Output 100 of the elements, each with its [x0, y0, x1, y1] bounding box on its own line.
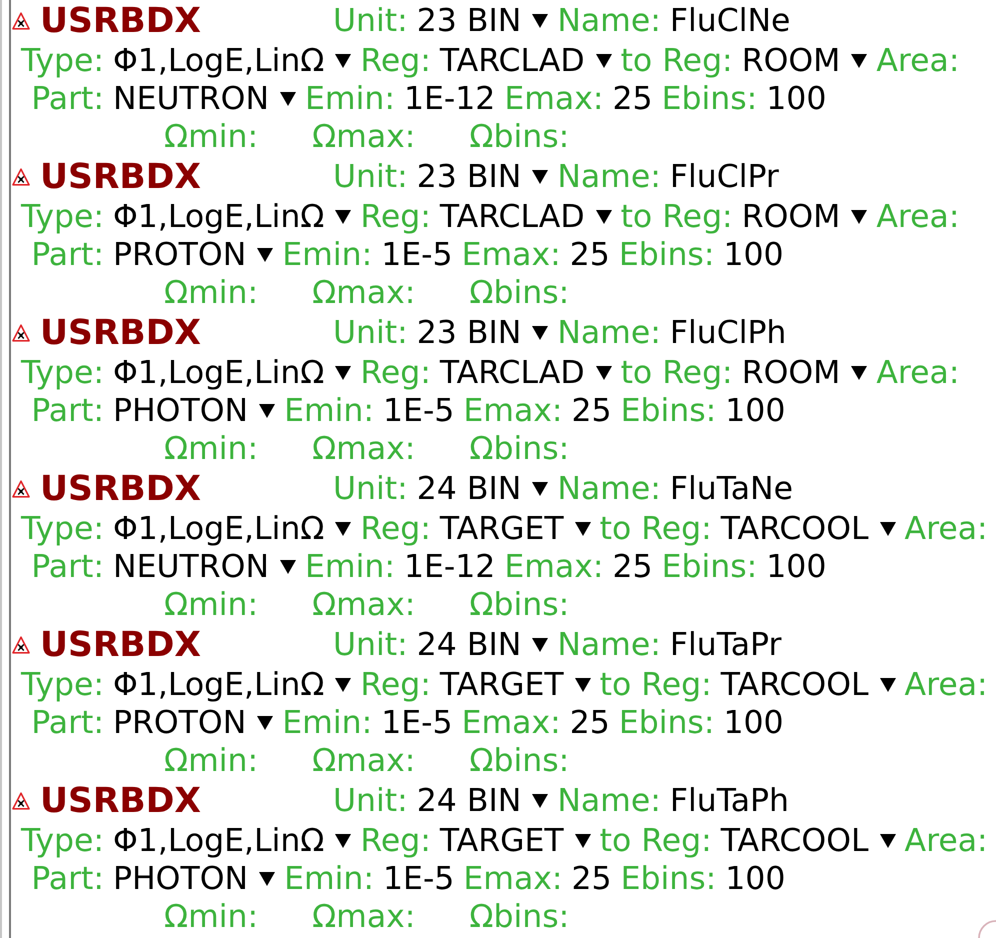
- dropdown[interactable]: TARGET: [440, 510, 591, 548]
- warning-triangle-icon: [12, 792, 30, 810]
- dropdown[interactable]: 23 BIN: [416, 158, 548, 196]
- field-label: Reg:: [360, 510, 431, 548]
- dropdown[interactable]: ROOM: [742, 42, 868, 80]
- dropdown[interactable]: 24 BIN: [416, 782, 548, 820]
- field-label: Name:: [557, 782, 661, 820]
- input-field[interactable]: 25: [612, 548, 653, 586]
- input-field[interactable]: 100: [725, 860, 786, 898]
- field-label: Ωbins:: [469, 430, 570, 468]
- input-field[interactable]: 25: [612, 80, 653, 118]
- input-field[interactable]: 25: [570, 236, 610, 274]
- dropdown[interactable]: PROTON: [113, 704, 274, 742]
- field-label: Ωmin:: [164, 274, 258, 312]
- field-label: to Reg:: [620, 354, 733, 392]
- dropdown[interactable]: 23 BIN: [416, 314, 548, 352]
- card-title: USRBDX: [40, 4, 201, 38]
- field-label: Emin:: [282, 236, 372, 274]
- input-field[interactable]: FluTaNe: [670, 470, 793, 508]
- field-label: Emin:: [305, 548, 395, 586]
- input-field[interactable]: FluTaPr: [670, 626, 782, 664]
- dropdown[interactable]: TARCLAD: [440, 354, 612, 392]
- field-label: Name:: [557, 626, 661, 664]
- input-field[interactable]: FluClPr: [670, 158, 779, 196]
- input-field[interactable]: 100: [723, 704, 784, 742]
- field-label: Area:: [904, 510, 988, 548]
- dropdown[interactable]: ROOM: [742, 198, 868, 236]
- field-label: Name:: [557, 314, 661, 352]
- dropdown[interactable]: Φ1,LogE,LinΩ: [113, 822, 352, 860]
- input-field[interactable]: 1E-5: [383, 860, 454, 898]
- dropdown[interactable]: Φ1,LogE,LinΩ: [113, 42, 352, 80]
- caret-icon: [532, 326, 548, 340]
- caret-icon: [280, 92, 296, 106]
- dropdown[interactable]: TARGET: [440, 666, 591, 704]
- input-field[interactable]: 25: [572, 860, 612, 898]
- input-field[interactable]: 1E-12: [404, 80, 496, 118]
- caret-icon: [335, 522, 352, 536]
- dropdown[interactable]: TARGET: [440, 822, 591, 860]
- dropdown[interactable]: 24 BIN: [416, 626, 548, 664]
- warning-triangle-icon: [12, 168, 30, 186]
- input-field[interactable]: 1E-5: [381, 704, 453, 742]
- field-label: Unit:: [333, 2, 408, 40]
- field-label: Part:: [30, 392, 104, 430]
- caret-icon: [596, 366, 612, 380]
- caret-icon: [335, 678, 352, 692]
- dropdown[interactable]: TARCLAD: [440, 42, 612, 80]
- dropdown[interactable]: Φ1,LogE,LinΩ: [113, 198, 352, 236]
- dropdown[interactable]: PHOTON: [113, 860, 276, 898]
- field-label: Ωmin:: [164, 742, 258, 780]
- input-field[interactable]: 25: [572, 392, 612, 430]
- field-label: Ωmax:: [312, 274, 416, 312]
- field-label: Ωbins:: [469, 118, 570, 156]
- input-field[interactable]: 100: [766, 80, 826, 118]
- caret-icon: [851, 210, 868, 224]
- input-field[interactable]: 100: [725, 392, 786, 430]
- input-field[interactable]: FluClNe: [670, 2, 790, 40]
- input-field[interactable]: 100: [766, 548, 826, 586]
- dropdown[interactable]: ROOM: [742, 354, 868, 392]
- dropdown[interactable]: NEUTRON: [113, 548, 296, 586]
- caret-icon: [335, 834, 352, 848]
- dropdown[interactable]: PROTON: [113, 236, 274, 274]
- input-field[interactable]: FluClPh: [670, 314, 786, 352]
- dropdown[interactable]: PHOTON: [113, 392, 276, 430]
- field-label: to Reg:: [600, 822, 712, 860]
- dropdown[interactable]: NEUTRON: [113, 80, 296, 118]
- field-label: Ωbins:: [469, 586, 570, 624]
- caret-icon: [532, 170, 548, 184]
- field-label: Emax:: [463, 860, 563, 898]
- input-field[interactable]: FluTaPh: [670, 782, 789, 820]
- warning-triangle-icon: [12, 12, 30, 30]
- field-label: Reg:: [360, 666, 431, 704]
- dropdown[interactable]: Φ1,LogE,LinΩ: [113, 510, 352, 548]
- dropdown[interactable]: TARCLAD: [440, 198, 612, 236]
- caret-icon: [880, 678, 896, 692]
- input-field[interactable]: 25: [570, 704, 610, 742]
- dropdown[interactable]: Φ1,LogE,LinΩ: [113, 666, 352, 704]
- field-label: Ωmax:: [312, 898, 416, 936]
- dropdown[interactable]: 23 BIN: [416, 2, 548, 40]
- dropdown[interactable]: 24 BIN: [416, 470, 548, 508]
- input-field[interactable]: 1E-5: [381, 236, 453, 274]
- field-label: Area:: [876, 42, 960, 80]
- caret-icon: [259, 872, 276, 886]
- field-label: Emax:: [462, 236, 561, 274]
- caret-icon: [257, 716, 274, 730]
- field-label: Ωmin:: [164, 118, 258, 156]
- field-label: Emax:: [462, 704, 561, 742]
- dropdown[interactable]: TARCOOL: [720, 822, 896, 860]
- input-field[interactable]: 1E-5: [383, 392, 454, 430]
- dropdown[interactable]: TARCOOL: [720, 666, 896, 704]
- field-label: to Reg:: [600, 510, 712, 548]
- field-label: Ωmax:: [312, 430, 416, 468]
- caret-icon: [335, 210, 352, 224]
- input-field[interactable]: 100: [723, 236, 784, 274]
- dropdown[interactable]: TARCOOL: [720, 510, 896, 548]
- caret-icon: [880, 834, 896, 848]
- field-label: Emin:: [284, 392, 374, 430]
- field-label: Type:: [20, 354, 104, 392]
- input-field[interactable]: 1E-12: [404, 548, 496, 586]
- field-label: Type:: [20, 666, 104, 704]
- dropdown[interactable]: Φ1,LogE,LinΩ: [113, 354, 352, 392]
